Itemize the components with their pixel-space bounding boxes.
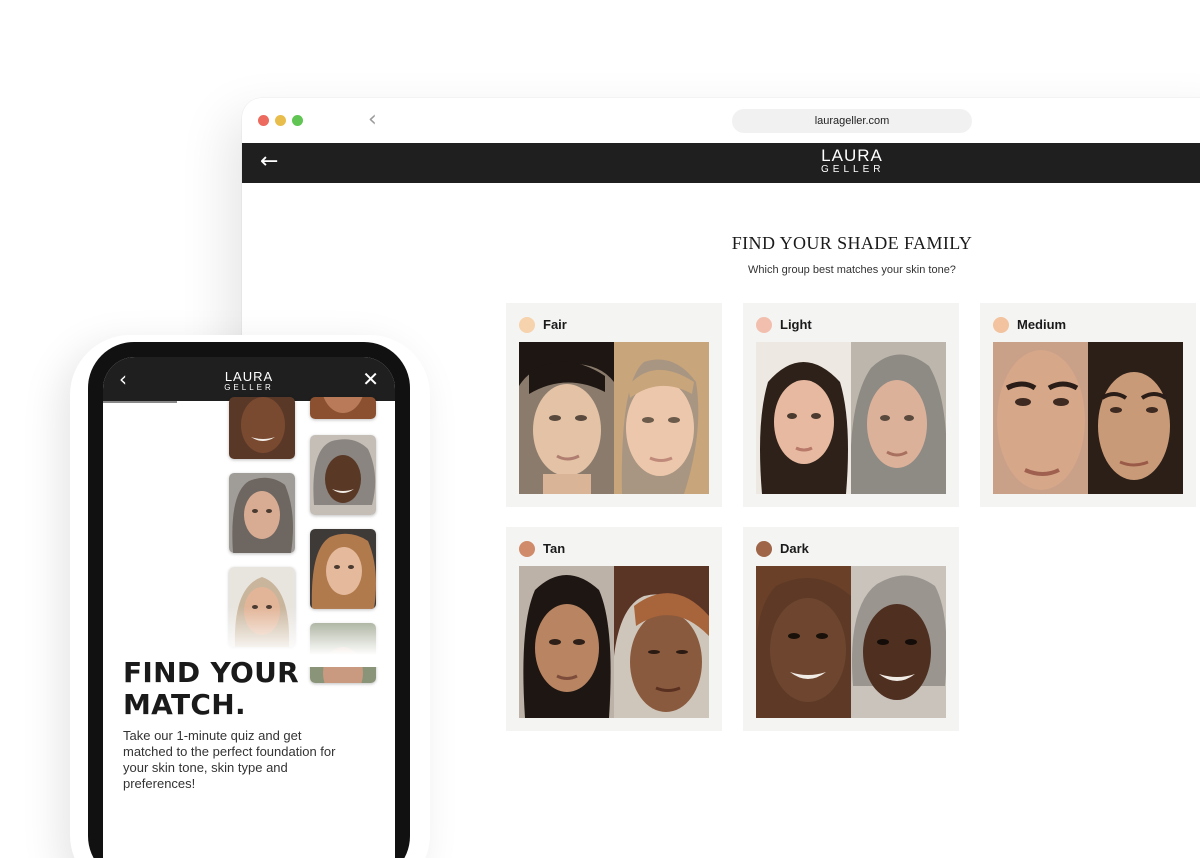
face-thumbnail xyxy=(310,397,376,419)
face-thumbnail xyxy=(310,435,376,515)
face-photo xyxy=(614,566,709,718)
brand-logo[interactable]: LAURA GELLER xyxy=(821,147,883,175)
logo-line-2: GELLER xyxy=(224,383,274,392)
hero-description: Take our 1-minute quiz and get matched t… xyxy=(123,728,336,791)
swatch-medium xyxy=(993,317,1009,333)
face-photo xyxy=(519,566,614,718)
photo-pair xyxy=(519,342,709,494)
arrow-left-icon[interactable]: ← xyxy=(260,149,278,175)
face-photo xyxy=(851,342,946,494)
brand-logo[interactable]: LAURA GELLER xyxy=(224,370,274,392)
photo-pair xyxy=(993,342,1183,494)
face-photo xyxy=(756,342,851,494)
face-photo xyxy=(993,342,1088,494)
photo-pair xyxy=(756,342,946,494)
page-subtitle: Which group best matches your skin tone? xyxy=(748,264,956,276)
swatch-fair xyxy=(519,317,535,333)
option-label: Fair xyxy=(543,317,567,332)
phone-header: ‹ LAURA GELLER ✕ xyxy=(103,357,395,401)
address-bar[interactable]: laurageller.com xyxy=(732,109,972,133)
option-label: Light xyxy=(780,317,812,332)
page-title: FIND YOUR SHADE FAMILY xyxy=(731,233,973,253)
hero-title: FIND YOUR MATCH. xyxy=(123,656,300,721)
chevron-left-icon[interactable]: ‹ xyxy=(119,367,127,391)
chevron-left-icon[interactable]: ‹ xyxy=(368,109,377,131)
phone-screen: ‹ LAURA GELLER ✕ FIND YOUR MATCH. Take o… xyxy=(103,357,395,858)
face-photo xyxy=(519,342,614,494)
face-photo xyxy=(851,566,946,718)
face-thumbnail xyxy=(229,397,295,459)
option-label: Tan xyxy=(543,541,566,556)
option-label: Medium xyxy=(1017,317,1067,332)
face-photo xyxy=(614,342,709,494)
logo-line-1: LAURA xyxy=(224,369,274,384)
face-photo xyxy=(1088,342,1183,494)
swatch-tan xyxy=(519,541,535,557)
face-thumbnail xyxy=(229,473,295,553)
swatch-dark xyxy=(756,541,772,557)
photo-pair xyxy=(756,566,946,718)
close-icon[interactable]: ✕ xyxy=(362,367,379,391)
logo-line-2: GELLER xyxy=(821,164,885,175)
photo-pair xyxy=(519,566,709,718)
shade-option-dark[interactable]: Dark xyxy=(743,527,959,731)
shade-option-light[interactable]: Light xyxy=(743,303,959,507)
close-window-dot[interactable] xyxy=(258,115,269,126)
shade-option-fair[interactable]: Fair xyxy=(506,303,722,507)
face-thumbnail xyxy=(310,529,376,609)
site-header: ← LAURA GELLER xyxy=(242,143,1200,183)
minimize-window-dot[interactable] xyxy=(275,115,286,126)
maximize-window-dot[interactable] xyxy=(292,115,303,126)
phone-device: ‹ LAURA GELLER ✕ FIND YOUR MATCH. Take o… xyxy=(88,342,410,858)
swatch-light xyxy=(756,317,772,333)
option-label: Dark xyxy=(780,541,809,556)
shade-option-tan[interactable]: Tan xyxy=(506,527,722,731)
logo-line-1: LAURA xyxy=(821,146,883,165)
browser-toolbar: ‹ laurageller.com xyxy=(242,98,1200,143)
progress-indicator xyxy=(103,401,177,403)
face-photo xyxy=(756,566,851,718)
shade-option-medium[interactable]: Medium xyxy=(980,303,1196,507)
